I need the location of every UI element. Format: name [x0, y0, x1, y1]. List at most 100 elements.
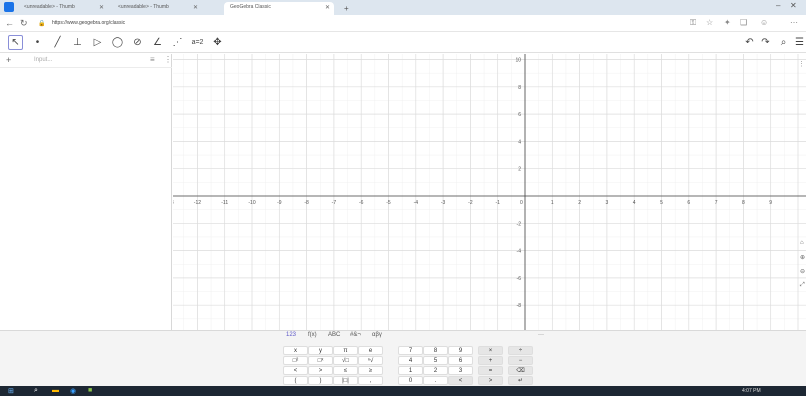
polygon-tool-icon[interactable]: ▷	[90, 35, 105, 50]
keyboard-key[interactable]: y	[308, 346, 333, 355]
algebra-more-icon[interactable]: ⋮	[164, 55, 172, 64]
keyboard-key[interactable]: ≤	[333, 366, 358, 375]
keyboard-key[interactable]: ×	[478, 346, 503, 355]
move-view-tool-icon[interactable]: ✥	[210, 35, 225, 50]
keyboard-tab-abc[interactable]: ABC	[328, 332, 340, 338]
profile-icon[interactable]: ☺	[760, 18, 768, 27]
keyboard-key[interactable]: ≥	[358, 366, 383, 375]
x-axis-tick-label: 6	[687, 200, 690, 206]
x-axis-tick-label: 5	[660, 200, 663, 206]
keyboard-key[interactable]: ⌫	[508, 366, 533, 375]
y-axis-tick-label: -6	[517, 276, 522, 282]
keyboard-key[interactable]: x	[283, 346, 308, 355]
browser-tab-1[interactable]: <unreadable> - Thumb ✕	[18, 2, 108, 15]
more-icon[interactable]: ⋯	[790, 18, 798, 27]
file-explorer-icon[interactable]: ▬	[52, 387, 59, 395]
windows-start-icon[interactable]: ⊞	[8, 387, 14, 395]
star-icon[interactable]: ☆	[706, 18, 713, 27]
refresh-icon[interactable]: ↻	[20, 18, 28, 29]
url-input[interactable]: https://www.geogebra.org/classic	[48, 17, 668, 29]
home-icon[interactable]: ⌂	[800, 240, 804, 246]
keyboard-key[interactable]: 0	[398, 376, 423, 385]
keyboard-key[interactable]: <	[448, 376, 473, 385]
main-menu-icon[interactable]: ☰	[792, 35, 806, 50]
keyboard-key[interactable]: 3	[448, 366, 473, 375]
app-icon[interactable]: ■	[88, 387, 92, 395]
angle-tool-icon[interactable]: ∠	[150, 35, 165, 50]
x-axis-tick-label: -1	[495, 200, 500, 206]
perpendicular-tool-icon[interactable]: ⊥	[70, 35, 85, 50]
keyboard-key[interactable]: >	[478, 376, 503, 385]
keyboard-key[interactable]: −	[508, 356, 533, 365]
keyboard-key[interactable]: ⁿ√	[358, 356, 383, 365]
keyboard-key[interactable]: 8	[423, 346, 448, 355]
algebra-menu-icon[interactable]: ≡	[150, 55, 155, 64]
keyboard-key[interactable]: 7	[398, 346, 423, 355]
graphics-view[interactable]: -13-12-11-10-9-8-7-6-5-4-3-2-11234567890…	[173, 54, 806, 354]
keyboard-key[interactable]: e	[358, 346, 383, 355]
ellipse-tool-icon[interactable]: ⊘	[130, 35, 145, 50]
keyboard-key[interactable]: 5	[423, 356, 448, 365]
circle-tool-icon[interactable]: ◯	[110, 35, 125, 50]
keyboard-key[interactable]: π	[333, 346, 358, 355]
minimize-icon[interactable]: –	[776, 1, 780, 10]
close-icon[interactable]: ✕	[325, 4, 330, 11]
graphics-settings-icon[interactable]: ⋮	[798, 60, 805, 68]
search-icon[interactable]: ⌕	[34, 387, 38, 395]
keyboard-key[interactable]: =	[478, 366, 503, 375]
keyboard-key[interactable]: ,	[358, 376, 383, 385]
close-icon[interactable]: ✕	[99, 4, 104, 11]
keyboard-key[interactable]: □²	[283, 356, 308, 365]
keyboard-key[interactable]: 6	[448, 356, 473, 365]
keyboard-key[interactable]: <	[283, 366, 308, 375]
extension-icon[interactable]: ✦	[724, 18, 731, 27]
keyboard-key[interactable]: 1	[398, 366, 423, 375]
keyboard-key[interactable]: 4	[398, 356, 423, 365]
keyboard-key[interactable]: >	[308, 366, 333, 375]
edge-icon[interactable]: ◉	[70, 387, 76, 395]
fullscreen-icon[interactable]: ⤢	[800, 282, 805, 289]
keyboard-key[interactable]: ÷	[508, 346, 533, 355]
keyboard-key[interactable]: (	[283, 376, 308, 385]
keyboard-tab-fx[interactable]: f(x)	[308, 332, 317, 338]
keyboard-key[interactable]: □ˣ	[308, 356, 333, 365]
undo-icon[interactable]: ↶	[742, 35, 757, 50]
back-icon[interactable]: ←	[5, 18, 14, 28]
keyboard-tab-symbols[interactable]: #&¬	[350, 332, 361, 338]
keyboard-more-button[interactable]: ···	[538, 332, 544, 338]
search-icon[interactable]: ⌕	[776, 35, 791, 50]
line-tool-icon[interactable]: ╱	[50, 35, 65, 50]
keyboard-key[interactable]: 9	[448, 346, 473, 355]
reflect-tool-icon[interactable]: ⋰	[170, 35, 185, 50]
close-icon[interactable]: ✕	[193, 4, 198, 11]
zoom-in-icon[interactable]: ⊕	[800, 254, 805, 261]
coordinate-grid[interactable]: -13-12-11-10-9-8-7-6-5-4-3-2-11234567890…	[173, 54, 806, 354]
keyboard-tab-greek[interactable]: αβγ	[372, 332, 382, 338]
browser-tab-2[interactable]: <unreadable> - Thumb ✕	[112, 2, 202, 15]
x-axis-tick-label: -8	[304, 200, 309, 206]
text-tool-icon[interactable]: a=2	[190, 35, 205, 50]
redo-icon[interactable]: ↷	[758, 35, 773, 50]
new-tab-button[interactable]: +	[338, 2, 352, 15]
keyboard-key[interactable]: ↵	[508, 376, 533, 385]
close-window-icon[interactable]: ✕	[790, 1, 797, 10]
zoom-out-icon[interactable]: ⊖	[800, 268, 805, 275]
algebra-input-placeholder[interactable]: Input...	[34, 57, 52, 63]
x-axis-tick-label: -13	[173, 200, 174, 206]
algebra-input-row[interactable]: + Input... ≡ ⋮	[0, 54, 172, 68]
keyboard-key[interactable]: +	[478, 356, 503, 365]
x-axis-tick-label: 7	[715, 200, 718, 206]
keyboard-key[interactable]: 2	[423, 366, 448, 375]
point-tool-icon[interactable]: •	[30, 35, 45, 50]
add-icon[interactable]: +	[6, 55, 11, 65]
collections-icon[interactable]: ❑	[740, 18, 747, 27]
browser-tab-3[interactable]: GeoGebra Classic ✕	[224, 2, 334, 15]
keyboard-key[interactable]: .	[423, 376, 448, 385]
key-icon[interactable]: ⚿	[690, 18, 696, 28]
keyboard-tab-123[interactable]: 123	[286, 332, 296, 338]
keyboard-key[interactable]: √□	[333, 356, 358, 365]
window-menu-icon[interactable]	[4, 2, 14, 12]
keyboard-key[interactable]: |□|	[333, 376, 358, 385]
move-tool-icon[interactable]: ↖	[8, 35, 23, 50]
keyboard-key[interactable]: )	[308, 376, 333, 385]
